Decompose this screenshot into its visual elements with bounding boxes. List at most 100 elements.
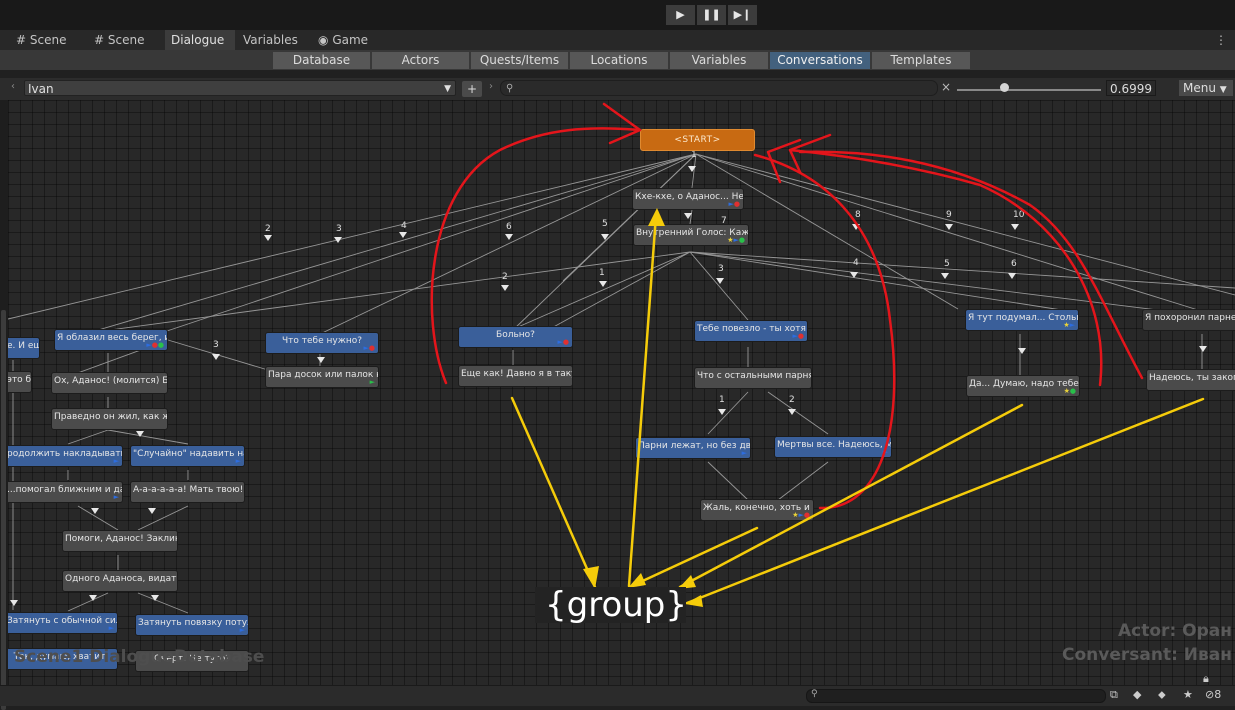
chevron-left-icon[interactable]: ‹ xyxy=(11,81,15,92)
link-arrow xyxy=(941,273,949,279)
tab-scene-1[interactable]: # Scene xyxy=(16,30,90,50)
subtab-templates[interactable]: Templates xyxy=(872,52,970,69)
node-status-icons: ►● xyxy=(728,200,741,208)
dialogue-node[interactable]: Тебе повезло - ты хотя бы►● xyxy=(694,320,808,342)
link-arrow xyxy=(1011,224,1019,230)
play-button[interactable]: ▶ xyxy=(666,5,695,25)
start-node[interactable]: <START> xyxy=(640,129,755,151)
dialogue-node[interactable]: Я похоронил парней. П xyxy=(1142,309,1235,331)
clear-search-button[interactable]: × xyxy=(941,80,951,94)
zoom-slider[interactable] xyxy=(957,89,1101,91)
link-arrow xyxy=(334,237,342,243)
dialogue-node[interactable]: Одного Аданоса, видать, ем xyxy=(62,570,178,592)
dialogue-node[interactable]: Надеюсь, ты закопал xyxy=(1146,369,1235,391)
dialogue-node[interactable]: Затянуть повязку потуже ► xyxy=(135,614,249,636)
link-arrow xyxy=(599,281,607,287)
dialogue-node[interactable]: ...помогал ближним и дальн► xyxy=(8,481,123,503)
link-arrow xyxy=(89,595,97,601)
link-arrow xyxy=(136,431,144,437)
tab-variables[interactable]: Variables xyxy=(243,30,309,50)
dialogue-node[interactable]: Мертвы все. Надеюсь, мы им► xyxy=(774,436,892,458)
subtab-database[interactable]: Database xyxy=(273,52,370,69)
conversation-dropdown[interactable]: Ivan ▼ xyxy=(24,80,456,96)
search-icon: ⚲ xyxy=(506,83,514,94)
visibility-icon[interactable]: ⊘8 xyxy=(1205,688,1221,701)
gamepad-icon: ◉ xyxy=(318,33,329,47)
link-number: 3 xyxy=(336,224,342,234)
step-button[interactable]: ▶❙ xyxy=(728,5,757,25)
dialogue-node[interactable]: Что тебе нужно? ►● xyxy=(265,332,379,354)
hierarchy-icon[interactable]: ⧉ xyxy=(1110,688,1118,702)
window-tab-bar: # Scene # Scene Dialogue Variables ◉ Gam… xyxy=(0,30,1235,51)
subtab-actors[interactable]: Actors xyxy=(372,52,469,69)
left-scrollbar[interactable] xyxy=(1,310,6,710)
tag-icon[interactable]: ⬥ xyxy=(1158,688,1166,702)
add-conversation-button[interactable]: + xyxy=(462,81,482,97)
subtab-conversations[interactable]: Conversations xyxy=(770,52,870,69)
link-arrow xyxy=(151,595,159,601)
dialogue-node[interactable]: Я тут подумал... Столько ★► xyxy=(965,309,1079,331)
node-status-icons: ►● xyxy=(792,332,805,340)
dialogue-node[interactable]: Помоги, Аданос! Заклинаю т xyxy=(62,530,178,552)
link-arrow xyxy=(684,213,692,219)
shapes-icon[interactable]: ◆ xyxy=(1133,688,1141,701)
node-status-icons: ★► xyxy=(1063,321,1075,329)
grid-icon: # xyxy=(94,33,105,47)
dialogue-node[interactable]: Затянуть с обычной силой► xyxy=(8,612,118,634)
tab-game[interactable]: ◉ Game xyxy=(318,30,382,50)
dialogue-node[interactable]: Кхе-кхе, о Аданос... Не по►● xyxy=(632,188,744,210)
database-section-tabs: Database Actors Quests/Items Locations V… xyxy=(0,50,1235,70)
link-arrow xyxy=(91,508,99,514)
link-arrow xyxy=(688,166,696,172)
dialogue-node[interactable]: Что с остальными парнями? xyxy=(694,367,812,389)
lock-icon[interactable]: 🔒︎ xyxy=(1203,672,1209,686)
tab-scene-2[interactable]: # Scene xyxy=(94,30,164,50)
node-status-icons: ★►● xyxy=(792,511,810,519)
dialogue-node[interactable]: Да... Думаю, надо тебе эт ★● xyxy=(966,375,1080,397)
subtab-variables[interactable]: Variables xyxy=(670,52,768,69)
dialogue-node[interactable]: Парни лежат, но без движен► xyxy=(635,437,751,459)
dialogue-node[interactable]: Больно? ►● xyxy=(458,326,573,348)
dialogue-node[interactable]: родолжить накладывать шин► xyxy=(8,445,123,467)
zoom-slider-handle[interactable] xyxy=(1000,83,1009,92)
dialogue-node[interactable]: Праведно он жил, как же. В xyxy=(51,408,168,430)
link-arrow xyxy=(852,224,860,230)
group-label: {group} xyxy=(535,587,687,623)
star-icon[interactable]: ★ xyxy=(1183,688,1193,701)
dialogue-node[interactable]: Внутренний Голос: Кажется,★►● xyxy=(633,224,749,246)
conversant-label: Conversant: Иван xyxy=(1062,645,1232,665)
zoom-value-field[interactable]: 0.6999 xyxy=(1106,80,1156,96)
dialogue-node[interactable]: е. И еще xyxy=(8,337,40,359)
dialogue-node[interactable]: Жаль, конечно, хоть и не в★►● xyxy=(700,499,814,521)
kebab-menu-icon[interactable]: ⋮ xyxy=(1215,30,1227,50)
dialogue-node[interactable]: "Случайно" надавить на ран► xyxy=(130,445,245,467)
dialogue-node[interactable]: Я облазил весь берег, и не►●● xyxy=(54,329,168,351)
link-number: 2 xyxy=(789,395,795,405)
bottom-status-bar: ⚲ ⧉ ◆ ⬥ ★ ⊘8 🔒︎ xyxy=(0,672,1235,706)
actor-label: Actor: Оран xyxy=(1118,621,1232,641)
dialogue-node[interactable]: это б xyxy=(8,371,32,393)
link-arrow xyxy=(601,234,609,240)
chevron-right-icon[interactable]: › xyxy=(489,81,493,92)
node-status-icons: ►●● xyxy=(146,341,164,349)
node-status-icons: ► xyxy=(235,457,241,465)
link-number: 9 xyxy=(946,210,952,220)
dialogue-node[interactable]: Пара досок или палок каких► xyxy=(265,366,379,388)
node-status-icons: ► xyxy=(113,493,119,501)
subtab-quests-items[interactable]: Quests/Items xyxy=(471,52,568,69)
pause-button[interactable]: ❚❚ xyxy=(697,5,726,25)
tab-dialogue[interactable]: Dialogue xyxy=(165,30,235,50)
node-search-input[interactable]: ⚲ xyxy=(500,80,938,96)
dialogue-node[interactable]: Ох, Аданос! (молится) Благ xyxy=(51,372,168,394)
link-arrow xyxy=(1199,346,1207,352)
link-number: 1 xyxy=(719,395,725,405)
menu-dropdown[interactable]: Menu ▼ xyxy=(1179,80,1233,96)
subtab-locations[interactable]: Locations xyxy=(570,52,668,69)
bottom-search-input[interactable]: ⚲ xyxy=(806,689,1106,703)
link-arrow xyxy=(1008,273,1016,279)
link-number: 8 xyxy=(855,210,861,220)
link-number: 3 xyxy=(718,264,724,274)
node-status-icons: ★►● xyxy=(727,236,745,244)
dialogue-node[interactable]: Еще как! Давно я в такую з xyxy=(458,365,573,387)
dialogue-node[interactable]: А-а-а-а-а-а! Мать твою! Б xyxy=(130,481,245,503)
